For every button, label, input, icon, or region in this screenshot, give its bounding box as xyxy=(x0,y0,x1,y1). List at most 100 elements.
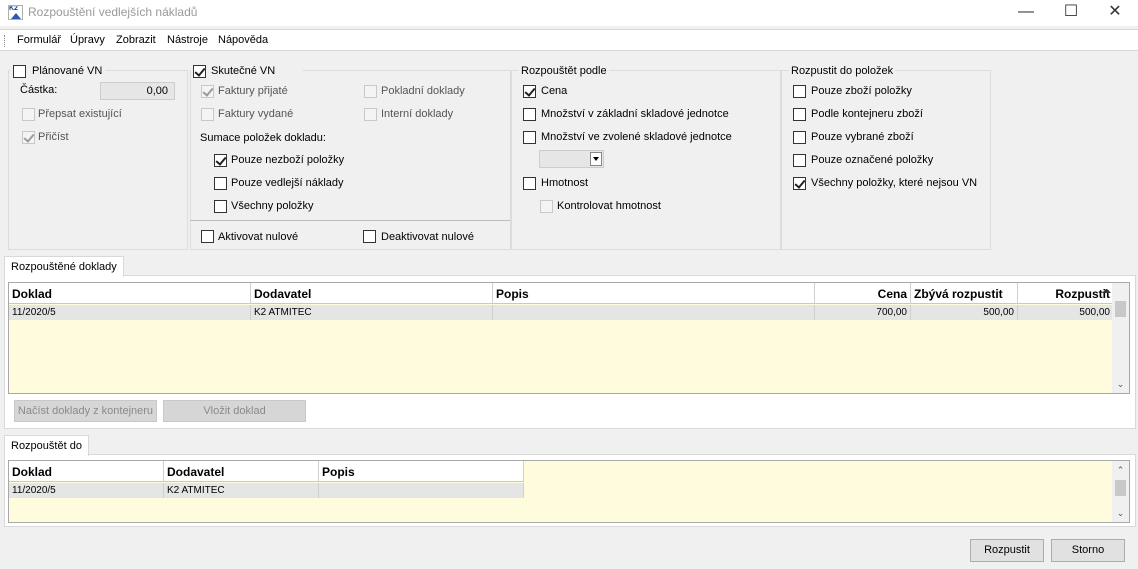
table-row[interactable]: 11/2020/5 K2 ATMITEC 700,00 500,00 500,0… xyxy=(9,305,1114,320)
prepsat-existujici-label: Přepsat existující xyxy=(38,108,122,120)
vsechny-nejsou-vn-label: Všechny položky, které nejsou VN xyxy=(811,177,978,189)
sort-indicator-icon xyxy=(1102,284,1111,293)
pouze-vybrane-label: Pouze vybrané zboží xyxy=(811,131,914,143)
scroll-up-icon[interactable]: ⌃ xyxy=(1112,462,1129,478)
podle-kontejneru-label: Podle kontejneru zboží xyxy=(811,108,923,120)
column-dodavatel[interactable]: Dodavatel xyxy=(251,283,493,304)
pricist-label: Přičíst xyxy=(38,131,69,143)
maximize-icon[interactable]: ☐ xyxy=(1048,0,1094,26)
column-dodavatel[interactable]: Dodavatel xyxy=(164,461,319,482)
mnozstvi-zakladni-label: Množství v základní skladové jednotce xyxy=(541,108,729,120)
mnozstvi-zvolene-checkbox[interactable] xyxy=(523,131,536,144)
kontrolovat-hmotnost-checkbox[interactable] xyxy=(540,200,553,213)
pouze-vybrane-checkbox[interactable] xyxy=(793,131,806,144)
cell-doklad: 11/2020/5 xyxy=(9,305,251,320)
chevron-down-icon[interactable] xyxy=(590,152,602,166)
cell-dodavatel: K2 ATMITEC xyxy=(251,305,493,320)
column-rozpustit[interactable]: Rozpustit xyxy=(1018,283,1114,304)
scroll-down-icon[interactable]: ⌄ xyxy=(1112,376,1129,392)
menu-formular[interactable]: Formulář xyxy=(17,34,61,46)
podle-kontejneru-checkbox[interactable] xyxy=(793,108,806,121)
faktury-vydane-checkbox[interactable] xyxy=(201,108,214,121)
window-title: Rozpouštění vedlejších nákladů xyxy=(28,5,198,19)
storno-button[interactable]: Storno xyxy=(1051,539,1125,562)
divider xyxy=(190,220,510,221)
column-cena[interactable]: Cena xyxy=(815,283,911,304)
faktury-prijate-checkbox[interactable] xyxy=(201,85,214,98)
prepsat-existujici-checkbox[interactable] xyxy=(22,108,35,121)
cell-popis xyxy=(319,483,524,498)
skutecne-vn-checkbox[interactable] xyxy=(193,65,206,78)
pouze-vedlejsi-label: Pouze vedlejší náklady xyxy=(231,177,344,189)
vsechny-nejsou-vn-checkbox[interactable] xyxy=(793,177,806,190)
interni-doklady-checkbox[interactable] xyxy=(364,108,377,121)
column-popis[interactable]: Popis xyxy=(319,461,524,482)
cena-label: Cena xyxy=(541,85,568,97)
cell-doklad: 11/2020/5 xyxy=(9,483,164,498)
column-doklad[interactable]: Doklad xyxy=(9,283,251,304)
aktivovat-nulove-label: Aktivovat nulové xyxy=(218,231,299,243)
vsechny-polozky-label: Všechny položky xyxy=(231,200,314,212)
column-popis[interactable]: Popis xyxy=(493,283,815,304)
pouze-zbozi-label: Pouze zboží položky xyxy=(811,85,912,97)
hmotnost-checkbox[interactable] xyxy=(523,177,536,190)
planovane-vn-label: Plánované VN xyxy=(32,65,103,77)
cena-checkbox[interactable] xyxy=(523,85,536,98)
close-icon[interactable]: ✕ xyxy=(1092,0,1138,26)
pouze-nezbozi-checkbox[interactable] xyxy=(214,154,227,167)
menu-upravy[interactable]: Úpravy xyxy=(70,34,105,46)
pricist-checkbox[interactable] xyxy=(22,131,35,144)
rozpustit-do-polozek-legend: Rozpustit do položek xyxy=(789,65,896,77)
skutecne-vn-label: Skutečné VN xyxy=(211,65,276,77)
rozpoustene-doklady-grid: Doklad Dodavatel Popis Cena Zbývá rozpus… xyxy=(8,282,1130,394)
hmotnost-label: Hmotnost xyxy=(541,177,589,189)
pouze-vedlejsi-checkbox[interactable] xyxy=(214,177,227,190)
menu-zobrazit[interactable]: Zobrazit xyxy=(116,34,156,46)
vertical-scrollbar[interactable]: ⌄ xyxy=(1112,283,1129,393)
deaktivovat-nulove-label: Deaktivovat nulové xyxy=(381,231,474,243)
app-logo-icon: K2 xyxy=(8,5,23,20)
planovane-vn-checkbox[interactable] xyxy=(13,65,26,78)
cell-rozpustit: 500,00 xyxy=(1018,305,1114,320)
skladova-jednotka-select[interactable] xyxy=(539,150,604,168)
scroll-thumb[interactable] xyxy=(1115,301,1126,317)
sumace-label: Sumace položek dokladu: xyxy=(200,132,326,144)
mnozstvi-zakladni-checkbox[interactable] xyxy=(523,108,536,121)
vlozit-doklad-button[interactable]: Vložit doklad xyxy=(163,400,306,422)
tab-rozpoustet-do[interactable]: Rozpouštět do xyxy=(4,435,89,456)
pouze-oznacene-checkbox[interactable] xyxy=(793,154,806,167)
kontrolovat-hmotnost-label: Kontrolovat hmotnost xyxy=(557,200,661,212)
pokladni-doklady-checkbox[interactable] xyxy=(364,85,377,98)
title-bar: K2 Rozpouštění vedlejších nákladů — ☐ ✕ xyxy=(0,0,1138,26)
cell-cena: 700,00 xyxy=(815,305,911,320)
table-row[interactable]: 11/2020/5 K2 ATMITEC xyxy=(9,483,524,498)
app-logo-text: K2 xyxy=(9,5,18,12)
nacist-doklady-button[interactable]: Načíst doklady z kontejneru xyxy=(14,400,157,422)
pouze-oznacene-label: Pouze označené položky xyxy=(811,154,934,166)
minimize-icon[interactable]: — xyxy=(1003,0,1049,26)
column-doklad[interactable]: Doklad xyxy=(9,461,164,482)
vsechny-polozky-checkbox[interactable] xyxy=(214,200,227,213)
deaktivovat-nulove-checkbox[interactable] xyxy=(363,230,376,243)
castka-input[interactable]: 0,00 xyxy=(100,82,175,100)
scroll-thumb[interactable] xyxy=(1115,480,1126,496)
castka-label: Částka: xyxy=(20,84,58,96)
menu-bar: Formulář Úpravy Zobrazit Nástroje Nápově… xyxy=(0,29,1138,51)
pouze-nezbozi-label: Pouze nezboží položky xyxy=(231,154,345,166)
pouze-zbozi-checkbox[interactable] xyxy=(793,85,806,98)
rozpoustet-podle-legend: Rozpouštět podle xyxy=(519,65,609,77)
tab-rozpoustene-doklady[interactable]: Rozpouštěné doklady xyxy=(4,256,124,277)
cell-popis xyxy=(493,305,815,320)
faktury-vydane-label: Faktury vydané xyxy=(218,108,294,120)
menu-napoveda[interactable]: Nápověda xyxy=(218,34,268,46)
vertical-scrollbar[interactable]: ⌃ ⌄ xyxy=(1112,461,1129,522)
rozpustit-button[interactable]: Rozpustit xyxy=(970,539,1044,562)
column-zbyva-rozpustit[interactable]: Zbývá rozpustit xyxy=(911,283,1018,304)
planovane-vn-legend: Plánované VN xyxy=(10,63,105,79)
pokladni-doklady-label: Pokladní doklady xyxy=(381,85,465,97)
scroll-down-icon[interactable]: ⌄ xyxy=(1112,505,1129,521)
menu-nastroje[interactable]: Nástroje xyxy=(167,34,208,46)
interni-doklady-label: Interní doklady xyxy=(381,108,454,120)
cell-zbyva-rozpustit: 500,00 xyxy=(911,305,1018,320)
aktivovat-nulove-checkbox[interactable] xyxy=(201,230,214,243)
